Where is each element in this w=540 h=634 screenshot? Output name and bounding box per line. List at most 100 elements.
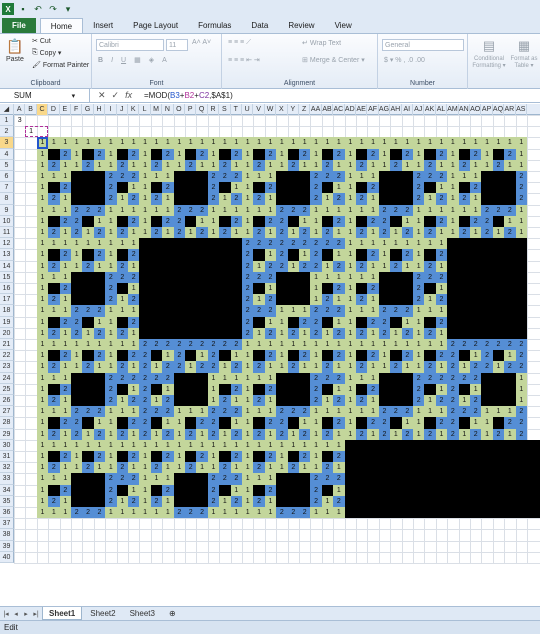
cell[interactable]: 2 [470,339,482,351]
cell[interactable]: 2 [367,417,379,429]
cell[interactable]: 2 [82,406,94,418]
cell[interactable] [515,305,527,317]
cell[interactable]: 1 [196,439,208,451]
cell[interactable]: 1 [105,238,117,250]
cell[interactable] [185,305,197,317]
cell[interactable]: 1 [367,305,379,317]
cell[interactable]: 2 [447,395,459,407]
cell[interactable]: 1 [36,428,49,440]
cell[interactable]: 1 [207,507,220,519]
cell[interactable]: 1 [287,305,299,317]
cell[interactable]: 1 [219,137,231,149]
cell[interactable] [93,193,106,205]
cell[interactable]: 2 [356,361,368,373]
cell[interactable]: 2 [253,395,265,407]
cell[interactable] [185,271,197,283]
cell[interactable]: 1 [230,484,242,496]
cell[interactable]: 1 [105,227,117,239]
cell[interactable] [253,484,265,496]
cell[interactable]: 2 [93,227,106,239]
cell[interactable]: 1 [139,171,151,183]
cell[interactable] [458,148,470,160]
row-header-28[interactable]: 28 [0,417,14,429]
cell[interactable]: 2 [333,171,345,183]
cell[interactable]: 1 [435,305,448,317]
cell[interactable]: 2 [219,159,231,171]
cell[interactable]: 1 [264,439,277,451]
cell[interactable]: 1 [36,249,49,261]
cell[interactable]: 1 [390,227,402,239]
cell[interactable]: 2 [59,316,71,328]
cell[interactable] [162,271,174,283]
cell[interactable] [287,294,299,306]
row-header-17[interactable]: 17 [0,294,14,306]
cell[interactable]: 2 [139,372,151,384]
cell[interactable]: 1 [481,406,493,418]
cell[interactable]: 1 [378,148,391,160]
cell[interactable]: 2 [515,361,527,373]
cell[interactable]: 1 [59,193,71,205]
cell[interactable]: 2 [424,327,436,339]
column-header-c[interactable]: C [36,104,49,115]
cell[interactable]: 2 [207,473,220,485]
cell[interactable] [230,249,242,261]
cell[interactable]: 2 [276,260,288,272]
column-header-af[interactable]: AF [367,104,379,115]
cell[interactable]: 2 [71,327,83,339]
cell[interactable]: 1 [242,372,254,384]
wrap-text-button[interactable]: ↵ Wrap Text [302,39,341,48]
cell[interactable] [481,249,493,261]
cell[interactable]: 2 [230,361,242,373]
cell[interactable]: 1 [447,182,459,194]
cell[interactable]: 2 [105,484,117,496]
cell[interactable] [139,327,151,339]
column-header-q[interactable]: Q [196,104,208,115]
cell[interactable] [219,327,231,339]
cell[interactable] [287,283,299,295]
cell[interactable]: 1 [481,428,493,440]
cell[interactable]: 1 [242,148,254,160]
cell[interactable] [504,182,516,194]
cell[interactable]: 1 [367,137,379,149]
cell[interactable]: 2 [413,372,425,384]
cell[interactable]: 1 [367,159,379,171]
cell[interactable]: 1 [230,350,242,362]
cell[interactable]: 2 [207,484,220,496]
cell[interactable]: 1 [447,227,459,239]
cell[interactable] [185,495,197,507]
cell[interactable] [173,316,185,328]
column-header-an[interactable]: AN [459,104,470,115]
cell[interactable]: 1 [447,215,459,227]
cell[interactable] [150,451,163,463]
cell[interactable]: 2 [447,361,459,373]
row-header-23[interactable]: 23 [0,361,14,373]
cell[interactable]: 2 [470,148,482,160]
cell[interactable]: 1 [276,159,288,171]
cell[interactable]: 1 [162,227,174,239]
cell[interactable] [196,383,208,395]
cell[interactable]: 2 [310,484,322,496]
cell[interactable] [196,260,208,272]
cell[interactable] [458,305,470,317]
column-header-ar[interactable]: AR [504,104,516,115]
underline-icon[interactable]: U [121,57,126,64]
tab-page-layout[interactable]: Page Layout [123,18,188,33]
cell[interactable]: 1 [413,215,425,227]
column-header-e[interactable]: E [60,104,71,115]
cell[interactable]: 1 [310,428,322,440]
cell[interactable]: 2 [310,249,322,261]
cell[interactable]: 2 [116,271,128,283]
cell[interactable] [390,350,402,362]
cell[interactable]: 1 [344,182,356,194]
cell[interactable]: 2 [162,148,174,160]
cell[interactable]: 1 [105,159,117,171]
cell[interactable]: 2 [150,495,163,507]
cell[interactable] [196,294,208,306]
cell[interactable]: 1 [264,171,277,183]
cell[interactable]: 2 [458,372,470,384]
cell[interactable]: 1 [321,204,334,216]
cell[interactable]: 1 [219,439,231,451]
cell[interactable]: 2 [71,507,83,519]
cell[interactable]: 2 [276,204,288,216]
cell[interactable] [48,316,60,328]
